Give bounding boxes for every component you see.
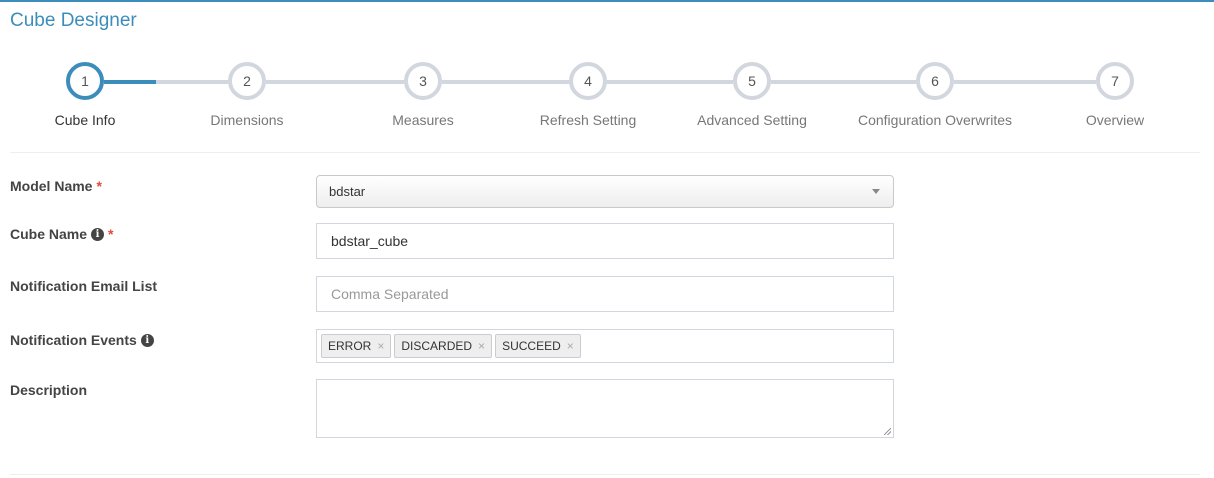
divider bbox=[10, 152, 1200, 153]
wizard-step-1-circle[interactable]: 1 bbox=[66, 62, 104, 100]
wizard-step-5-label[interactable]: Advanced Setting bbox=[652, 112, 852, 128]
wizard-connector bbox=[607, 80, 733, 84]
wizard-step-6-circle[interactable]: 6 bbox=[916, 62, 954, 100]
cube-name-label-text: Cube Name bbox=[10, 226, 88, 242]
tag-error: ERROR × bbox=[321, 334, 392, 358]
tag-succeed: SUCCEED × bbox=[495, 334, 581, 358]
caret-down-icon bbox=[872, 189, 880, 194]
wizard-step-2-circle[interactable]: 2 bbox=[228, 62, 266, 100]
resize-handle-icon[interactable] bbox=[884, 428, 891, 435]
wizard-step-2-label[interactable]: Dimensions bbox=[147, 112, 347, 128]
remove-tag-icon[interactable]: × bbox=[567, 339, 574, 353]
model-name-label: Model Name * bbox=[10, 178, 102, 194]
notification-email-label-text: Notification Email List bbox=[10, 278, 158, 294]
description-textarea[interactable] bbox=[316, 379, 894, 438]
cube-name-input[interactable]: bdstar_cube bbox=[316, 223, 894, 259]
wizard-connector bbox=[954, 80, 1096, 84]
wizard-step-7-label[interactable]: Overview bbox=[1015, 112, 1214, 128]
description-label-text: Description bbox=[10, 382, 88, 398]
wizard-steps: 1 2 3 4 5 6 7 Cube Info Dimensions Measu… bbox=[0, 0, 1214, 140]
remove-tag-icon[interactable]: × bbox=[478, 339, 485, 353]
wizard-connector-active bbox=[104, 80, 156, 84]
wizard-connector bbox=[771, 80, 916, 84]
wizard-connector bbox=[442, 80, 569, 84]
tag-label: DISCARDED bbox=[401, 339, 473, 353]
required-asterisk: * bbox=[108, 226, 114, 242]
model-name-label-text: Model Name bbox=[10, 178, 93, 194]
model-name-value: bdstar bbox=[329, 184, 366, 199]
wizard-connector bbox=[266, 80, 404, 84]
notification-events-label-text: Notification Events bbox=[10, 332, 137, 348]
description-label: Description bbox=[10, 382, 87, 398]
wizard-connector bbox=[156, 80, 228, 84]
remove-tag-icon[interactable]: × bbox=[377, 339, 384, 353]
wizard-step-7-circle[interactable]: 7 bbox=[1096, 62, 1134, 100]
info-circle-icon[interactable]: i bbox=[140, 333, 154, 347]
wizard-step-4-circle[interactable]: 4 bbox=[569, 62, 607, 100]
divider bbox=[10, 474, 1200, 475]
notification-email-label: Notification Email List bbox=[10, 278, 157, 294]
wizard-step-5-circle[interactable]: 5 bbox=[733, 62, 771, 100]
wizard-step-6-label[interactable]: Configuration Overwrites bbox=[835, 112, 1035, 128]
tag-label: ERROR bbox=[328, 339, 372, 353]
cube-name-label: Cube Name i * bbox=[10, 226, 113, 242]
model-name-select[interactable]: bdstar bbox=[316, 175, 894, 208]
info-circle-icon[interactable]: i bbox=[91, 227, 105, 241]
notification-events-tag-input[interactable]: ERROR × DISCARDED × SUCCEED × bbox=[316, 329, 894, 363]
required-asterisk: * bbox=[96, 178, 102, 194]
wizard-step-3-circle[interactable]: 3 bbox=[404, 62, 442, 100]
tag-discarded: DISCARDED × bbox=[394, 334, 493, 358]
notification-email-input[interactable]: Comma Separated bbox=[316, 276, 894, 312]
notification-events-label: Notification Events i bbox=[10, 332, 154, 348]
tag-label: SUCCEED bbox=[502, 339, 561, 353]
